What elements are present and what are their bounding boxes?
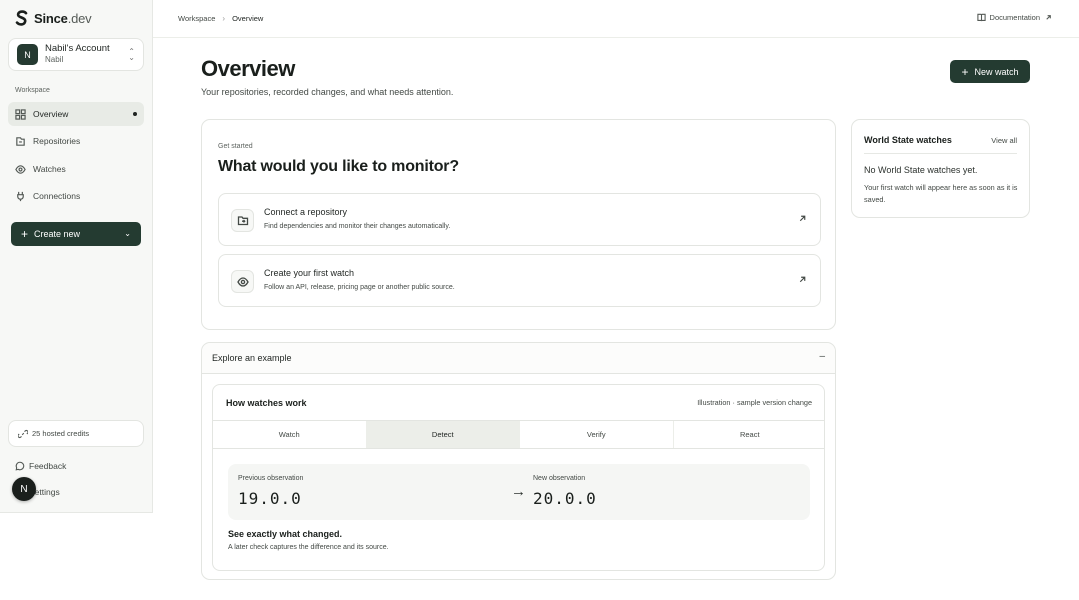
world-state-empty-description: Your first watch will appear here as soo… [864, 183, 1018, 204]
sidebar-item-connections[interactable]: Connections [8, 184, 144, 208]
link-icon [18, 429, 28, 438]
previous-observation-label: Previous observation [238, 475, 304, 482]
previous-observation-value: 19.0.0 [238, 489, 302, 508]
top-bar: Workspace › Overview Documentation [153, 0, 1079, 38]
brand-logo[interactable]: Since.dev [15, 10, 92, 26]
tab-react[interactable]: React [674, 421, 825, 448]
new-watch-label: New watch [974, 66, 1019, 77]
eye-icon-wrap [231, 270, 254, 293]
tab-verify[interactable]: Verify [520, 421, 674, 448]
chat-bubble-icon [15, 461, 25, 471]
illustration-note: Illustration · sample version change [697, 398, 812, 407]
plus-icon: + [21, 227, 29, 241]
sidebar: Since.dev N Nabil's Account Nabil ⌃ ⌄ Wor… [0, 0, 153, 513]
external-link-icon [1046, 15, 1051, 20]
page-subtitle: Your repositories, recorded changes, and… [201, 87, 454, 97]
sidebar-item-watches[interactable]: Watches [8, 157, 144, 181]
user-avatar-button[interactable]: N [12, 477, 36, 501]
documentation-link[interactable]: Documentation [976, 13, 1053, 22]
world-state-title: World State watches [864, 135, 952, 145]
get-started-title: What would you like to monitor? [218, 158, 459, 175]
divider [864, 153, 1017, 154]
explore-example-header[interactable]: Explore an example – [202, 343, 835, 374]
explore-example-label: Explore an example [212, 353, 292, 363]
since-logo-icon [15, 10, 28, 26]
explore-example-section: Explore an example – How watches work Il… [201, 342, 836, 580]
arrow-up-right-icon [799, 276, 806, 283]
arrow-up-right-icon [799, 215, 806, 222]
chevron-right-icon: › [222, 14, 226, 23]
feedback-link[interactable]: Feedback [15, 461, 66, 471]
change-summary-title: See exactly what changed. [228, 529, 343, 539]
documentation-label: Documentation [989, 13, 1040, 22]
sidebar-section-label: Workspace [15, 87, 50, 94]
sidebar-item-label: Repositories [33, 136, 81, 146]
book-icon [976, 13, 986, 22]
account-avatar: N [17, 44, 38, 65]
collapse-icon[interactable]: – [819, 351, 825, 362]
option-description: Follow an API, release, pricing page or … [264, 284, 455, 291]
credits-label: 25 hosted credits [32, 429, 90, 438]
tab-watch[interactable]: Watch [213, 421, 367, 448]
sidebar-item-overview[interactable]: Overview [8, 102, 144, 126]
repo-link-icon [237, 215, 248, 225]
account-user: Nabil [45, 55, 64, 65]
option-title: Connect a repository [264, 207, 348, 217]
eye-icon [15, 164, 26, 174]
how-watches-work-card: How watches work Illustration · sample v… [212, 384, 825, 571]
get-started-eyebrow: Get started [218, 143, 253, 150]
change-summary-description: A later check captures the difference an… [228, 544, 389, 551]
chevron-down-icon: ⌄ [124, 229, 131, 238]
world-state-empty-title: No World State watches yet. [864, 165, 978, 175]
new-observation-label: New observation [533, 475, 586, 482]
plug-icon [17, 191, 24, 201]
new-watch-button[interactable]: + New watch [950, 60, 1030, 83]
arrow-right-icon: → [511, 483, 526, 500]
sidebar-item-repositories[interactable]: Repositories [8, 129, 144, 153]
plus-icon: + [961, 64, 969, 79]
create-watch-option[interactable]: Create your first watch Follow an API, r… [218, 254, 821, 307]
page-title: Overview [201, 56, 295, 81]
get-started-card: Get started What would you like to monit… [201, 119, 836, 330]
account-switcher[interactable]: N Nabil's Account Nabil ⌃ ⌄ [8, 38, 144, 71]
sidebar-item-label: Connections [33, 191, 81, 201]
brand-name: Since.dev [34, 10, 92, 26]
breadcrumb: Workspace › Overview [178, 14, 263, 23]
how-watches-title: How watches work [226, 398, 307, 408]
active-indicator [133, 112, 137, 116]
option-title: Create your first watch [264, 268, 355, 278]
repo-link-icon-wrap [231, 209, 254, 232]
observation-comparison: Previous observation 19.0.0 → New observ… [228, 464, 810, 520]
chevron-up-down-icon: ⌃ ⌄ [128, 47, 135, 62]
sidebar-item-label: Overview [33, 109, 69, 119]
credits-badge[interactable]: 25 hosted credits [8, 420, 144, 447]
option-description: Find dependencies and monitor their chan… [264, 223, 451, 230]
eye-icon [236, 276, 249, 287]
tab-detect[interactable]: Detect [366, 421, 520, 448]
grid-icon [15, 108, 26, 120]
view-all-link[interactable]: View all [991, 136, 1017, 145]
sidebar-item-label: Watches [33, 164, 66, 174]
repo-icon [16, 136, 25, 146]
create-new-button[interactable]: + Create new ⌄ [11, 222, 141, 246]
feedback-label: Feedback [29, 461, 67, 471]
new-observation-value: 20.0.0 [533, 489, 597, 508]
step-tabs: Watch Detect Verify React [213, 420, 825, 449]
breadcrumb-workspace[interactable]: Workspace [178, 14, 215, 23]
create-new-label: Create new [34, 229, 81, 239]
account-name: Nabil's Account [45, 43, 110, 55]
breadcrumb-overview: Overview [232, 14, 264, 23]
connect-repository-option[interactable]: Connect a repository Find dependencies a… [218, 193, 821, 246]
world-state-card: World State watches View all No World St… [851, 119, 1030, 218]
